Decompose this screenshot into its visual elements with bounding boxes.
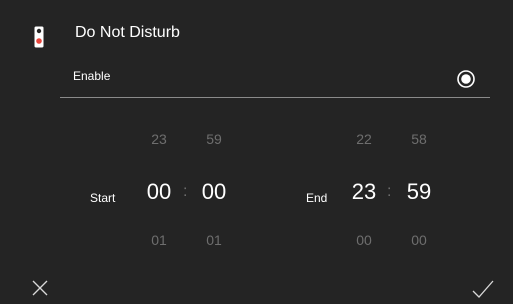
end-hour-next[interactable]: 00 — [344, 232, 384, 248]
checkmark-icon[interactable] — [471, 276, 495, 300]
start-time-separator: : — [183, 183, 188, 200]
start-minute-next[interactable]: 01 — [194, 232, 234, 248]
enable-radio-button[interactable] — [457, 70, 475, 88]
close-icon[interactable] — [30, 278, 54, 302]
enable-row[interactable]: Enable — [60, 62, 490, 98]
enable-label: Enable — [73, 69, 111, 83]
start-minute-prev[interactable]: 59 — [194, 131, 234, 147]
end-minute-next[interactable]: 00 — [399, 232, 439, 248]
end-time-separator: : — [387, 183, 392, 200]
divider — [60, 97, 490, 98]
start-minute-picker[interactable]: 00 — [189, 180, 239, 204]
door-hanger-icon — [34, 26, 44, 48]
start-label: Start — [90, 191, 116, 205]
start-hour-picker[interactable]: 00 — [134, 180, 184, 204]
end-hour-picker[interactable]: 23 — [339, 180, 389, 204]
do-not-disturb-dialog: Do Not Disturb Enable Start 23 00 01 : 5… — [0, 0, 513, 304]
start-hour-next[interactable]: 01 — [139, 232, 179, 248]
end-label: End — [306, 191, 328, 205]
start-hour-prev[interactable]: 23 — [139, 131, 179, 147]
dialog-title: Do Not Disturb — [75, 24, 180, 41]
end-hour-prev[interactable]: 22 — [344, 131, 384, 147]
dialog-header: Do Not Disturb — [0, 0, 513, 56]
end-minute-picker[interactable]: 59 — [394, 180, 444, 204]
end-minute-prev[interactable]: 58 — [399, 131, 439, 147]
